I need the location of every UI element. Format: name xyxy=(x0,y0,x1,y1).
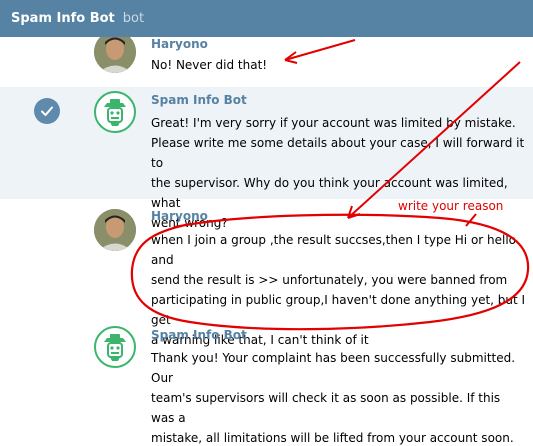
annotation-label: write your reason xyxy=(398,199,504,213)
bot-avatar[interactable] xyxy=(94,326,136,368)
selected-check-icon[interactable] xyxy=(34,98,60,124)
message-text: No! Never did that! xyxy=(151,58,268,72)
chat-title[interactable]: Spam Info Bot xyxy=(11,11,115,26)
message-item[interactable]: Haryono No! Never did that! xyxy=(0,37,533,87)
message-sender[interactable]: Haryono xyxy=(151,37,208,51)
message-sender[interactable]: Spam Info Bot xyxy=(151,328,247,342)
message-text: Thank you! Your complaint has been succe… xyxy=(151,351,516,445)
user-photo-avatar[interactable] xyxy=(94,37,136,73)
chat-header: Spam Info Bot bot xyxy=(0,0,533,37)
user-photo-avatar[interactable] xyxy=(94,209,136,251)
message-sender[interactable]: Haryono xyxy=(151,209,208,223)
message-item[interactable]: Haryono when I join a group ,the result … xyxy=(0,199,533,347)
message-sender[interactable]: Spam Info Bot xyxy=(151,93,247,107)
message-item[interactable]: Spam Info Bot Thank you! Your complaint … xyxy=(0,319,533,446)
message-item-selected[interactable]: Spam Info Bot Great! I'm very sorry if y… xyxy=(0,87,533,230)
chat-subtitle: bot xyxy=(122,11,145,26)
message-list[interactable]: Haryono No! Never did that! Spam Info Bo… xyxy=(0,37,533,446)
bot-avatar[interactable] xyxy=(94,91,136,133)
